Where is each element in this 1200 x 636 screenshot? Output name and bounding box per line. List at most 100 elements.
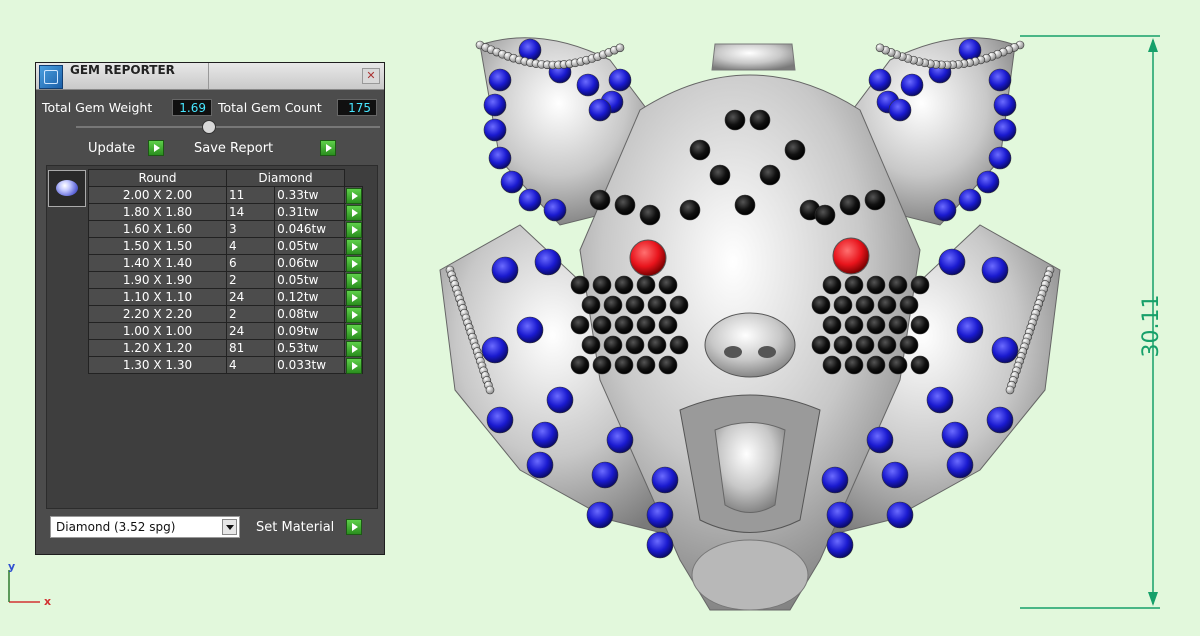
play-icon[interactable] — [346, 324, 362, 340]
gem-weight-cell: 0.06tw — [274, 254, 345, 272]
play-icon[interactable] — [346, 205, 362, 221]
play-icon[interactable] — [346, 341, 362, 357]
blue-gem — [518, 38, 542, 62]
silver-bead — [509, 53, 518, 63]
silver-bead — [450, 280, 460, 289]
blue-gem — [876, 90, 900, 114]
play-icon[interactable] — [346, 239, 362, 255]
silver-bead — [503, 51, 513, 61]
play-icon[interactable] — [346, 256, 362, 272]
silver-bead — [1042, 275, 1052, 284]
play-icon[interactable] — [346, 307, 362, 323]
blue-gem — [543, 198, 567, 222]
table-row[interactable]: 1.00 X 1.00 24 0.09tw — [88, 322, 363, 340]
table-row[interactable]: 1.20 X 1.20 81 0.53tw — [88, 339, 363, 357]
black-gem — [833, 295, 853, 315]
silver-bead — [1028, 318, 1037, 328]
silver-bead — [1045, 265, 1055, 275]
play-icon[interactable] — [346, 188, 362, 204]
panel-titlebar[interactable]: GEM REPORTER ✕ — [36, 63, 384, 90]
blue-gem — [888, 98, 912, 122]
gem-reporter-panel: GEM REPORTER ✕ Total Gem Weight 1.69 Tot… — [35, 62, 385, 555]
material-select-value: Diamond (3.52 spg) — [56, 520, 176, 534]
silver-bead — [1005, 385, 1015, 395]
silver-bead — [1032, 304, 1042, 313]
save-report-button[interactable]: Save Report — [190, 139, 336, 158]
silver-bead — [1031, 308, 1040, 318]
blue-gem — [534, 248, 562, 276]
black-gem — [570, 315, 590, 335]
silver-bead — [998, 47, 1008, 57]
table-row[interactable]: 1.50 X 1.50 4 0.05tw — [88, 237, 363, 255]
table-row[interactable]: 1.80 X 1.80 14 0.31tw — [88, 203, 363, 221]
blue-gem — [988, 146, 1012, 170]
silver-bead — [481, 43, 490, 52]
play-icon[interactable] — [346, 222, 362, 238]
silver-bead — [959, 59, 969, 68]
tongue — [714, 422, 786, 513]
silver-bead — [460, 308, 469, 318]
play-icon[interactable] — [346, 358, 362, 374]
silver-bead — [604, 48, 614, 57]
table-row[interactable]: 1.40 X 1.40 6 0.06tw — [88, 254, 363, 272]
silver-bead — [520, 57, 530, 66]
silver-bead — [1015, 40, 1025, 50]
update-button-label: Update — [88, 141, 136, 156]
update-button[interactable]: Update — [84, 139, 164, 158]
silver-bead — [993, 49, 1002, 59]
table-row[interactable]: 1.90 X 1.90 2 0.05tw — [88, 271, 363, 289]
silver-bead — [482, 376, 492, 385]
gem-reporter-app-icon — [39, 65, 63, 89]
table-row[interactable]: 2.00 X 2.00 11 0.33tw — [88, 186, 363, 204]
silver-bead — [1029, 313, 1039, 323]
gem-count-cell: 24 — [225, 322, 276, 340]
silver-bead — [486, 45, 496, 55]
gem-weight-cell: 0.05tw — [274, 237, 345, 255]
silver-bead — [954, 60, 963, 69]
report-slider-track[interactable] — [76, 126, 380, 128]
black-gem — [814, 204, 836, 226]
silver-bead — [1004, 45, 1014, 55]
right-eye-red-gem — [832, 237, 870, 275]
round-gem-shape-icon[interactable] — [48, 170, 86, 207]
black-gem — [589, 189, 611, 211]
close-button[interactable]: ✕ — [362, 68, 380, 84]
blue-gem — [606, 426, 634, 454]
table-row[interactable]: 2.20 X 2.20 2 0.08tw — [88, 305, 363, 323]
play-icon[interactable] — [346, 273, 362, 289]
silver-bead — [468, 332, 477, 342]
black-gem — [581, 335, 601, 355]
black-gem — [844, 355, 864, 375]
black-gem — [636, 275, 656, 295]
blue-gem — [958, 38, 982, 62]
table-row[interactable]: 1.60 X 1.60 3 0.046tw — [88, 220, 363, 238]
silver-bead — [480, 371, 490, 380]
silver-bead — [461, 313, 471, 323]
silver-bead — [452, 284, 461, 294]
silver-bead — [937, 60, 946, 70]
silver-bead — [1024, 328, 1034, 337]
blue-gem — [481, 336, 509, 364]
gem-size-cell: 1.50 X 1.50 — [88, 237, 227, 255]
silver-bead — [472, 347, 482, 356]
black-gem — [570, 355, 590, 375]
gem-weight-cell: 0.31tw — [274, 203, 345, 221]
table-row[interactable]: 1.30 X 1.30 4 0.033tw — [88, 356, 363, 374]
material-select[interactable]: Diamond (3.52 spg) — [50, 516, 240, 538]
play-icon[interactable] — [346, 290, 362, 306]
silver-bead — [881, 45, 890, 55]
panel-title: GEM REPORTER — [70, 63, 175, 77]
silver-bead — [484, 380, 493, 390]
silver-bead — [942, 60, 952, 70]
table-row[interactable]: 1.10 X 1.10 24 0.12tw — [88, 288, 363, 306]
pendant-bail — [711, 43, 796, 71]
axis-y-label: y — [8, 560, 16, 573]
blue-gem — [993, 118, 1017, 142]
black-gem — [734, 194, 756, 216]
chevron-down-icon[interactable] — [222, 519, 237, 535]
set-material-button[interactable]: Set Material — [252, 518, 362, 537]
play-icon — [320, 140, 336, 156]
report-slider-knob[interactable] — [202, 120, 216, 134]
column-header-material: Diamond — [226, 169, 345, 187]
silver-bead — [987, 51, 997, 61]
